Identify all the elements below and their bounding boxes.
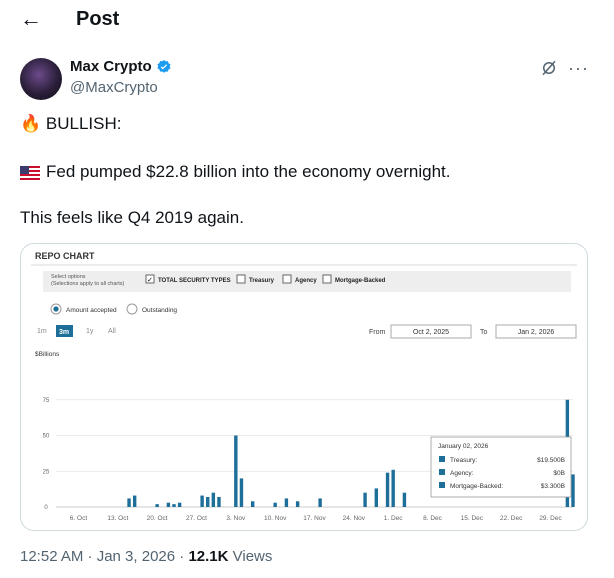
chart-bar[interactable] [132,495,137,507]
tweet-text-2: Fed pumped $22.8 billion into the econom… [46,162,451,181]
range-all[interactable]: All [108,328,116,335]
grok-icon[interactable] [540,59,558,77]
y-tick-label: 25 [43,469,50,475]
chart-bar[interactable] [363,492,367,507]
checkbox-mortgage-label: Mortgage-Backed [335,278,386,284]
checkbox-treasury-label: Treasury [249,278,275,284]
tooltip-agency-value: $0B [553,470,565,477]
chart-bar[interactable] [374,488,379,507]
radio-outstanding-label: Outstanding [142,307,177,314]
chart-tooltip: January 02, 2026 Treasury: $19.500B Agen… [430,436,572,498]
x-tick-label: 17. Nov [303,515,326,522]
radio-amount-dot [53,306,59,312]
tooltip-swatch-mortgage [439,482,445,488]
select-options-note: (Selections apply to all charts) [51,281,125,287]
tweet-line-1: 🔥 BULLISH: [20,114,122,134]
radio-outstanding[interactable] [126,303,138,315]
chart-bar[interactable] [166,502,171,507]
views-label: Views [228,548,273,565]
chart-bar[interactable] [273,502,277,507]
chart-bar[interactable] [571,474,575,507]
x-tick-label: 29. Dec [539,515,562,522]
chart-bar[interactable] [318,498,322,507]
chart-title: REPO CHART [35,251,95,261]
check-mark-icon: ✓ [147,277,153,284]
more-options-icon[interactable]: ··· [568,58,589,79]
checkbox-total-label: TOTAL SECURITY TYPES [158,278,231,284]
tooltip-treasury-value: $19.500B [537,457,565,464]
chart-bar[interactable] [127,498,131,507]
y-unit-label: $Billions [35,351,60,358]
range-1y[interactable]: 1y [86,328,94,335]
x-tick-label: 10. Nov [264,515,287,522]
us-flag-icon [20,165,40,180]
x-tick-label: 20. Oct [147,515,168,522]
author-handle[interactable]: @MaxCrypto [70,79,158,96]
page-title: Post [76,8,120,30]
checkbox-agency-label: Agency [295,278,317,284]
from-label: From [369,329,386,336]
chart-bar[interactable] [155,504,159,507]
chart-bar[interactable] [239,478,244,507]
y-tick-label: 0 [44,505,48,511]
tooltip-agency-label: Agency: [450,470,474,477]
to-label: To [480,329,488,336]
chart-bar[interactable] [217,496,221,507]
chart-bar[interactable] [200,495,204,507]
chart-bar[interactable] [385,472,390,507]
select-options-label: Select options [51,274,86,280]
verified-badge-icon [157,59,171,73]
x-tick-label: 15. Dec [461,515,484,522]
x-tick-label: 24. Nov [343,515,366,522]
arrow-left-icon[interactable]: ← [20,6,42,32]
tooltip-date: January 02, 2026 [438,443,489,450]
tooltip-mortgage-value: $3.300B [541,483,565,490]
view-count: 12.1K [188,548,229,565]
tooltip-mortgage-label: Mortgage-Backed: [450,483,503,490]
chart-bar[interactable] [250,501,255,507]
tooltip-swatch-agency [439,469,445,475]
chart-bar[interactable] [211,492,216,507]
x-tick-label: 27. Oct [186,515,207,522]
checkbox-mortgage[interactable] [322,274,332,284]
x-tick-layer: 6. Oct 13. Oct 20. Oct 27. Oct 3. Nov 10. Nov… [70,515,563,522]
chart-bar[interactable] [284,498,289,507]
tweet-line-2: Fed pumped $22.8 billion into the econom… [20,162,450,182]
post-timestamp[interactable]: 12:52 AM · Jan 3, 2026 · [20,548,188,565]
repo-chart: REPO CHART Select options (Selections ap… [31,251,577,522]
to-date-value: Jan 2, 2026 [518,329,555,336]
author-name[interactable]: Max Crypto [70,58,152,75]
post-meta: 12:52 AM · Jan 3, 2026 · 12.1K Views [20,548,272,565]
radio-amount-label: Amount accepted [66,307,117,314]
chart-bar[interactable] [206,496,210,507]
avatar[interactable] [20,58,62,100]
fire-emoji: 🔥 [20,114,42,133]
x-tick-label: 13. Oct [107,515,128,522]
checkbox-treasury[interactable] [236,274,246,284]
chart-bar[interactable] [172,504,176,507]
x-tick-label: 3. Nov [226,515,246,522]
x-tick-label: 6. Oct [70,515,88,522]
tweet-text-3: This feels like Q4 2019 again. [20,208,244,227]
chart-card[interactable]: REPO CHART Select options (Selections ap… [20,243,588,531]
chart-bar[interactable] [402,492,407,507]
x-tick-label: 1. Dec [384,515,404,522]
range-1m[interactable]: 1m [37,328,47,335]
from-date-value: Oct 2, 2025 [413,329,449,336]
y-tick-label: 75 [43,398,50,404]
range-3m[interactable]: 3m [59,329,69,336]
tweet-text-1: BULLISH: [45,114,122,133]
chart-bar[interactable] [177,502,182,507]
tooltip-treasury-label: Treasury: [450,457,477,464]
chart-bar[interactable] [234,435,238,508]
x-tick-label: 22. Dec [500,515,523,522]
x-tick-label: 8. Dec [423,515,443,522]
checkbox-agency[interactable] [282,274,292,284]
tooltip-swatch-treasury [439,456,445,462]
author-name-row[interactable]: Max Crypto [70,58,172,75]
chart-bar[interactable] [295,501,300,507]
chart-bar[interactable] [391,469,395,507]
y-tick-label: 50 [43,434,50,440]
